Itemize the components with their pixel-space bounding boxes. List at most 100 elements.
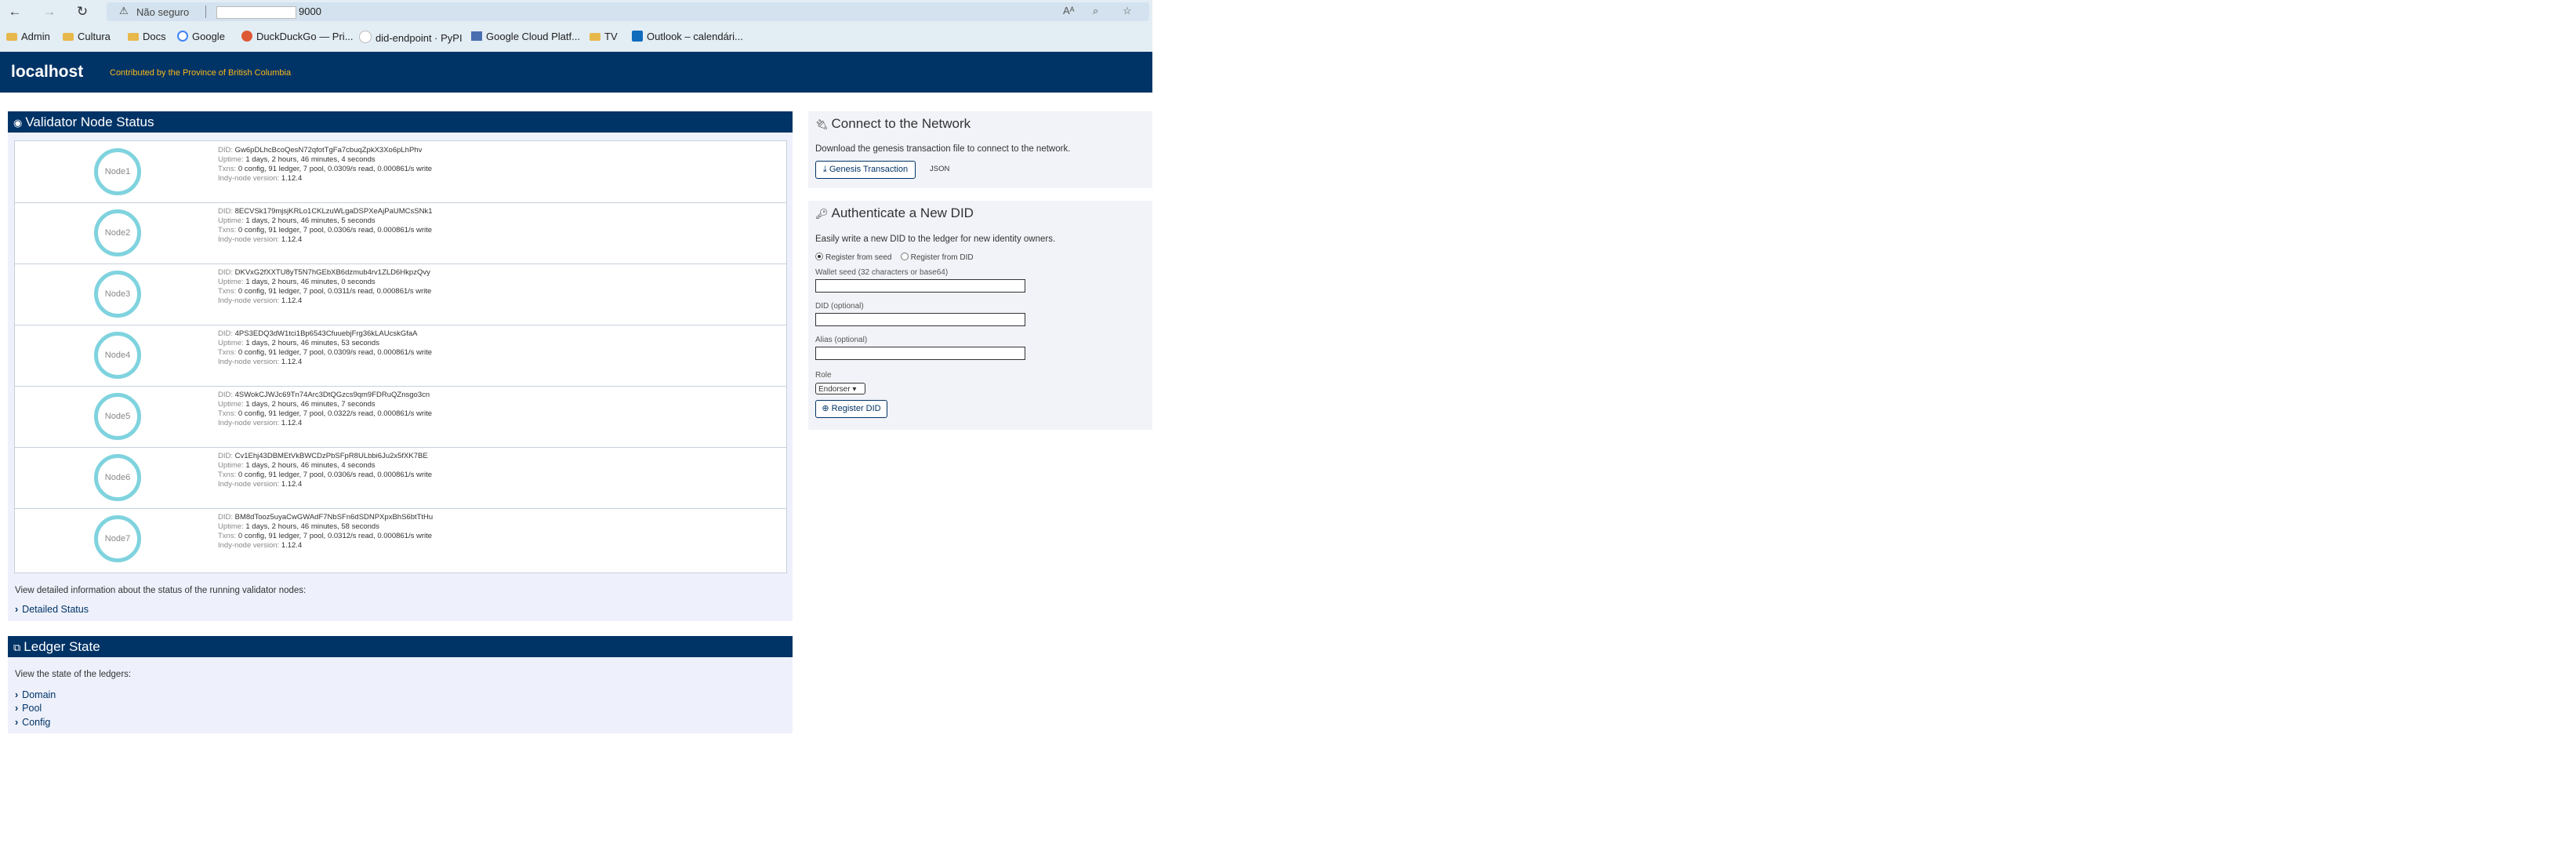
node-txns: 0 config, 91 ledger, 7 pool, 0.0306/s re… — [238, 226, 433, 234]
did-input[interactable] — [815, 313, 1025, 326]
outlook-icon — [632, 31, 643, 42]
auth-text: Easily write a new DID to the ledger for… — [815, 234, 1056, 244]
ledger-link-label: Config — [22, 717, 51, 728]
ledger-link-pool[interactable]: › Pool — [15, 703, 42, 714]
node-info: DID: DKVxG2fXXTU8yT5N7hGEbXB6dzmub4rv1ZL… — [218, 268, 431, 306]
card-title-text: Connect to the Network — [831, 116, 971, 131]
uptime-label: Uptime: — [218, 339, 244, 347]
txns-label: Txns: — [218, 409, 237, 418]
connect-title: 🔌︎ Connect to the Network — [815, 116, 971, 132]
bookmark-tv[interactable]: TV — [590, 31, 618, 42]
node-version: 1.12.4 — [281, 358, 303, 366]
panel-title: Ledger State — [24, 639, 100, 654]
plug-icon: 🔌︎ — [815, 118, 829, 130]
warning-icon[interactable]: ⚠ — [119, 5, 129, 17]
node-info: DID: 4PS3EDQ3dW1tci1Bp6543CfuuebjFrg36kL… — [218, 329, 432, 367]
connect-card: 🔌︎ Connect to the Network Download the ge… — [808, 111, 1152, 188]
favorite-star-icon[interactable]: ☆ — [1123, 5, 1132, 17]
wallet-seed-label: Wallet seed (32 characters or base64) — [815, 268, 949, 277]
register-mode-radios: Register from seed Register from DID — [815, 253, 974, 262]
bookmark-label: Google Cloud Platf... — [486, 31, 580, 42]
bookmark-duckduckgo[interactable]: DuckDuckGo — Pri... — [241, 31, 354, 42]
ledger-link-label: Pool — [22, 703, 42, 714]
address-bar[interactable]: ⚠ Não seguro 9000 Aᴬ ⌕ ☆ — [107, 2, 1149, 21]
node-txns: 0 config, 91 ledger, 7 pool, 0.0311/s re… — [238, 287, 432, 296]
radio-label: Register from seed — [825, 253, 892, 262]
bookmarks-bar: Admin Cultura Docs Google DuckDuckGo — P… — [0, 27, 1152, 49]
validator-panel-header: ◉ Validator Node Status — [8, 111, 793, 133]
radio-checked-icon[interactable] — [815, 253, 823, 260]
chevron-right-icon: › — [15, 689, 19, 700]
uptime-label: Uptime: — [218, 155, 244, 164]
address-separator — [205, 5, 206, 18]
node-did: Gw6pDLhcBcoQesN72qfotTgFa7cbuqZpkX3Xo6pL… — [234, 146, 423, 154]
zoom-icon[interactable]: ⌕ — [1093, 5, 1098, 17]
back-arrow-icon[interactable]: ← — [6, 3, 24, 20]
ledger-link-config[interactable]: › Config — [15, 717, 50, 728]
bookmark-admin[interactable]: Admin — [6, 31, 50, 42]
bookmark-google[interactable]: Google — [177, 31, 225, 42]
ledger-link-label: Domain — [22, 689, 56, 700]
node-uptime: 1 days, 2 hours, 46 minutes, 4 seconds — [245, 461, 376, 470]
sitemap-icon: ⧉ — [13, 642, 21, 653]
node-status-ring: Node2 — [94, 209, 141, 256]
uptime-label: Uptime: — [218, 400, 244, 409]
bookmark-label: Google — [192, 31, 225, 42]
bookmark-pypi[interactable]: did-endpoint · PyPI — [359, 31, 463, 44]
bookmark-gcp[interactable]: Google Cloud Platf... — [471, 31, 580, 42]
role-select[interactable]: Endorser ▾ — [815, 383, 865, 394]
dashboard-icon: ◉ — [13, 117, 23, 129]
ledger-link-domain[interactable]: › Domain — [15, 689, 56, 700]
node-name: Node2 — [104, 228, 131, 238]
bookmark-label: Outlook – calendári... — [647, 31, 743, 42]
browser-chrome: ← → ↻ ⚠ Não seguro 9000 Aᴬ ⌕ ☆ Admin Cul… — [0, 0, 1152, 52]
detailed-status-link[interactable]: › Detailed Status — [15, 604, 89, 615]
reload-icon[interactable]: ↻ — [74, 3, 91, 20]
json-link[interactable]: JSON — [930, 165, 949, 173]
not-secure-label[interactable]: Não seguro — [136, 6, 189, 18]
connect-text: Download the genesis transaction file to… — [815, 144, 1071, 154]
bookmark-outlook[interactable]: Outlook – calendári... — [632, 31, 743, 42]
node-txns: 0 config, 91 ledger, 7 pool, 0.0309/s re… — [238, 348, 433, 357]
folder-icon — [63, 33, 74, 41]
node-info: DID: 8ECVSk179mjsjKRLo1CKLzuWLgaDSPXeAjP… — [218, 207, 433, 245]
node-version: 1.12.4 — [281, 296, 303, 305]
read-aloud-icon[interactable]: Aᴬ — [1063, 5, 1075, 16]
bookmark-label: Docs — [143, 31, 166, 42]
node-uptime: 1 days, 2 hours, 46 minutes, 7 seconds — [245, 400, 376, 409]
node-status-ring: Node5 — [94, 393, 141, 440]
alias-input[interactable] — [815, 347, 1025, 360]
node-version: 1.12.4 — [281, 541, 303, 550]
radio-unchecked-icon[interactable] — [900, 253, 909, 260]
url-port: 9000 — [299, 5, 321, 17]
bookmark-docs[interactable]: Docs — [128, 31, 166, 42]
ledger-panel-header: ⧉ Ledger State — [8, 636, 793, 657]
node-version: 1.12.4 — [281, 174, 303, 183]
did-label: DID: — [218, 329, 233, 338]
uptime-label: Uptime: — [218, 278, 244, 286]
bookmark-cultura[interactable]: Cultura — [63, 31, 111, 42]
node-info: DID: BM8dTooz5uyaCwGWAdF7NbSFn6dSDNPXpxB… — [218, 513, 433, 551]
node-info: DID: 4SWokCJWJc69Tn74Arc3DtQGzcs9qm9FDRu… — [218, 391, 432, 428]
folder-icon — [6, 33, 17, 41]
node-row: Node2 DID: 8ECVSk179mjsjKRLo1CKLzuWLgaDS… — [15, 202, 786, 264]
version-label: Indy-node version: — [218, 358, 280, 366]
wallet-seed-input[interactable] — [815, 279, 1025, 293]
did-label: DID: — [218, 452, 233, 460]
auth-title: 🔑︎ Authenticate a New DID — [815, 205, 974, 221]
chevron-down-icon: ▾ — [852, 385, 857, 394]
url-text[interactable]: 9000 — [216, 5, 321, 19]
radio-register-from-did[interactable]: Register from DID — [900, 253, 974, 262]
node-row: Node5 DID: 4SWokCJWJc69Tn74Arc3DtQGzcs9q… — [15, 386, 786, 448]
register-did-button[interactable]: ⊕ Register DID — [815, 400, 887, 418]
uptime-label: Uptime: — [218, 461, 244, 470]
did-label: DID: — [218, 268, 233, 277]
forward-arrow-icon[interactable]: → — [41, 3, 58, 20]
radio-register-from-seed[interactable]: Register from seed — [815, 253, 891, 262]
brand-title[interactable]: localhost — [11, 63, 83, 82]
node-did: BM8dTooz5uyaCwGWAdF7NbSFn6dSDNPXpxBhS6bt… — [234, 513, 434, 522]
genesis-transaction-button[interactable]: ⤓ Genesis Transaction — [815, 161, 916, 179]
chevron-right-icon: › — [15, 717, 19, 728]
txns-label: Txns: — [218, 471, 237, 479]
node-txns: 0 config, 91 ledger, 7 pool, 0.0322/s re… — [238, 409, 433, 418]
